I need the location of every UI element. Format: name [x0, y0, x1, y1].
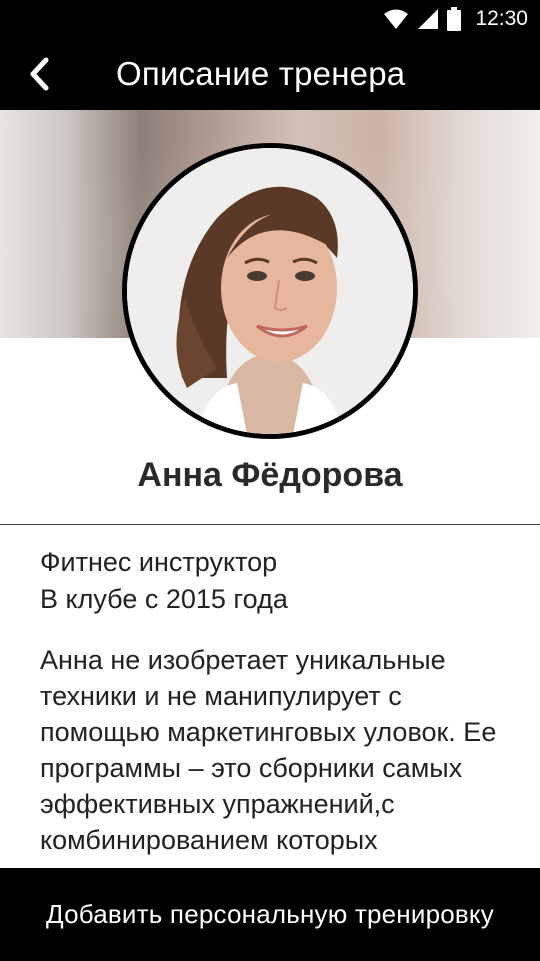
trainer-avatar [122, 143, 418, 439]
signal-icon [418, 9, 439, 29]
status-icons: 12:30 [383, 7, 528, 31]
avatar-photo [127, 148, 413, 434]
back-button[interactable] [0, 38, 78, 110]
divider [0, 524, 540, 525]
trainer-description: Анна не изобретает уникальные техники и … [40, 645, 497, 855]
wifi-icon [384, 9, 409, 29]
trainer-role: Фитнес инструктор [40, 547, 278, 577]
app-bar: Описание тренера [0, 38, 540, 110]
chevron-left-icon [30, 57, 49, 91]
trainer-info: Фитнес инструктор В клубе с 2015 года [40, 544, 510, 618]
status-bar: 12:30 [0, 0, 540, 38]
status-time: 12:30 [475, 7, 528, 30]
trainer-since: В клубе с 2015 года [40, 584, 288, 614]
battery-icon [447, 7, 462, 31]
page-title: Описание тренера [116, 55, 406, 92]
add-training-button[interactable]: Добавить персональную тренировку [0, 868, 540, 961]
trainer-name: Анна Фёдорова [137, 456, 403, 494]
